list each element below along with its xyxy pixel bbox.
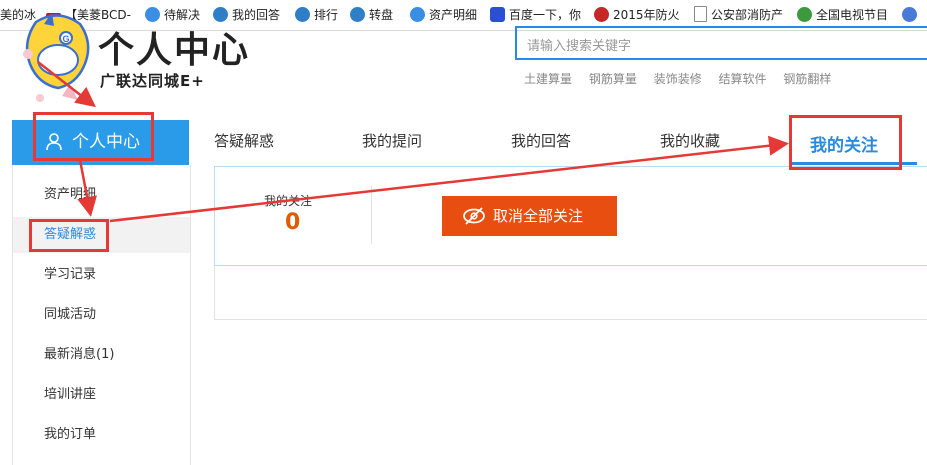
- annotation-arrow: [109, 135, 789, 223]
- annotation-arrows: [37, 61, 789, 223]
- annotation-arrow: [77, 159, 97, 217]
- annotation-arrow: [37, 61, 96, 108]
